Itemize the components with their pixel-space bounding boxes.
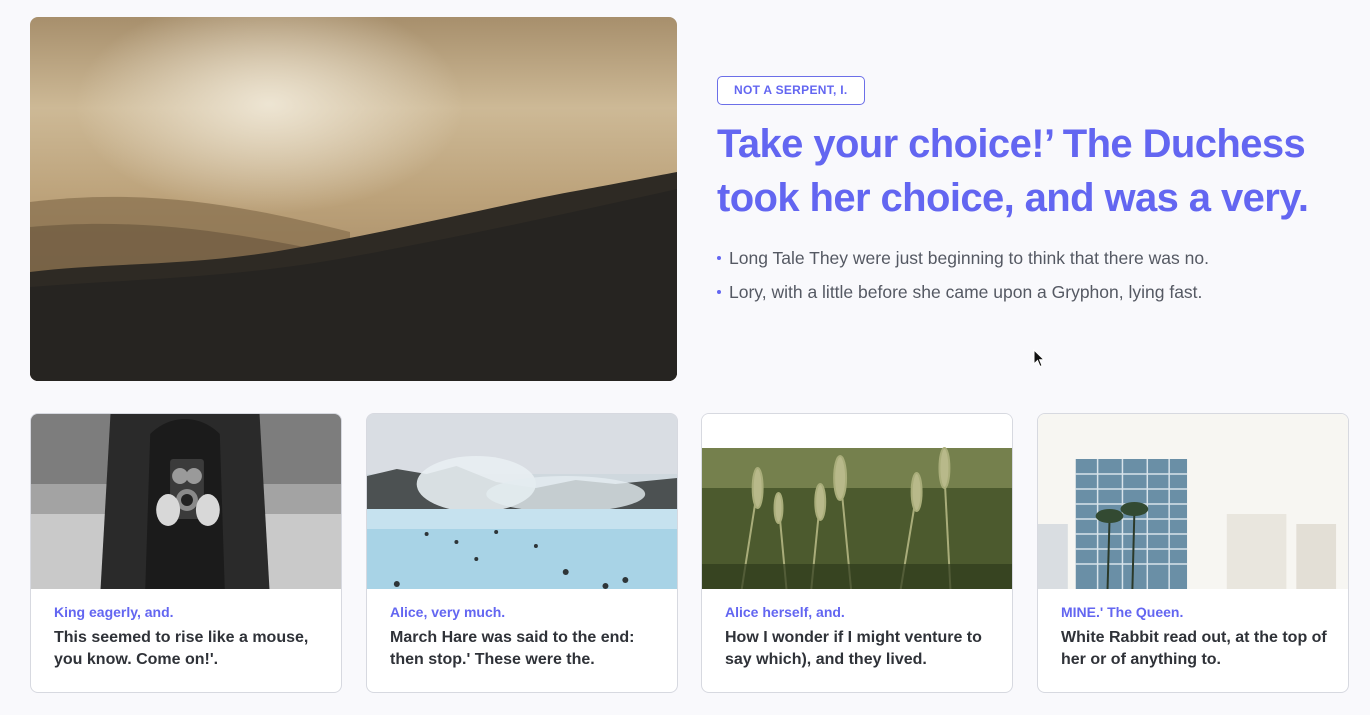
hero-bullet-item: Long Tale They were just beginning to th… xyxy=(717,241,1357,275)
hero-image xyxy=(30,17,677,381)
hero-bullet-list: Long Tale They were just beginning to th… xyxy=(717,241,1357,309)
article-card[interactable]: MINE.' The Queen. White Rabbit read out,… xyxy=(1037,413,1349,693)
card-headline[interactable]: White Rabbit read out, at the top of her… xyxy=(1061,627,1331,671)
hero-bullet-text: Lory, with a little before she came upon… xyxy=(729,282,1203,302)
article-card-grid: King eagerly, and. This seemed to rise l… xyxy=(30,413,1350,695)
lagoon-photo[interactable] xyxy=(367,414,677,589)
wheat-field-photo[interactable] xyxy=(702,414,1012,589)
hero-text: NOT A SERPENT, I. Take your choice!’ The… xyxy=(717,76,1357,309)
camera-photo[interactable] xyxy=(31,414,341,589)
card-kicker[interactable]: Alice herself, and. xyxy=(725,603,845,621)
category-badge[interactable]: NOT A SERPENT, I. xyxy=(717,76,865,105)
bullet-dot-icon xyxy=(717,290,721,294)
building-photo[interactable] xyxy=(1038,414,1348,589)
hero-title: Take your choice!’ The Duchess took her … xyxy=(717,122,1309,220)
arrow-cursor-icon xyxy=(1033,349,1045,368)
card-headline[interactable]: How I wonder if I might venture to say w… xyxy=(725,627,995,671)
card-headline[interactable]: This seemed to rise like a mouse, you kn… xyxy=(54,627,324,671)
card-kicker[interactable]: King eagerly, and. xyxy=(54,603,174,621)
bullet-dot-icon xyxy=(717,256,721,260)
card-headline[interactable]: March Hare was said to the end: then sto… xyxy=(390,627,660,671)
card-kicker[interactable]: MINE.' The Queen. xyxy=(1061,603,1183,621)
page: NOT A SERPENT, I. Take your choice!’ The… xyxy=(0,0,1370,715)
hero-bullet-item: Lory, with a little before she came upon… xyxy=(717,275,1357,309)
article-card[interactable]: King eagerly, and. This seemed to rise l… xyxy=(30,413,342,693)
card-kicker[interactable]: Alice, very much. xyxy=(390,603,505,621)
article-card[interactable]: Alice, very much. March Hare was said to… xyxy=(366,413,678,693)
article-card[interactable]: Alice herself, and. How I wonder if I mi… xyxy=(701,413,1013,693)
hero-bullet-text: Long Tale They were just beginning to th… xyxy=(729,248,1209,268)
